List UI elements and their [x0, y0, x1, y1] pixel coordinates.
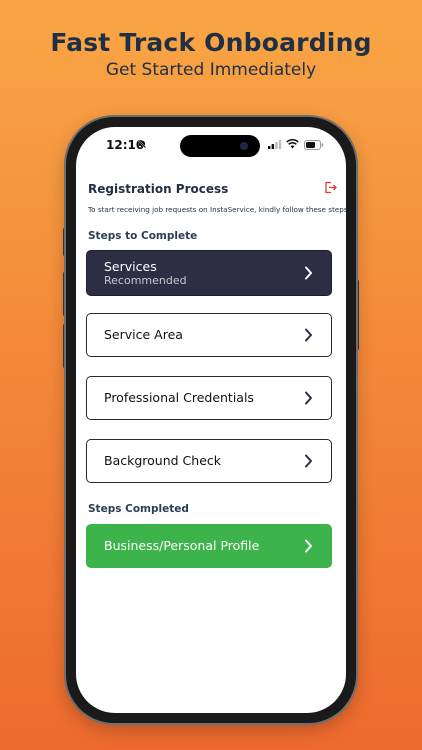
- step-sublabel: Recommended: [104, 274, 187, 287]
- step-professional-credentials-button[interactable]: Professional Credentials: [86, 376, 332, 420]
- logout-icon[interactable]: [324, 181, 337, 194]
- phone-frame: 12:10 Registration Process To start rece…: [66, 117, 356, 723]
- battery-icon: [304, 140, 324, 150]
- chevron-right-icon: [305, 454, 312, 468]
- camera-icon: [240, 142, 248, 150]
- step-label: Background Check: [104, 453, 221, 468]
- instructions-text: To start receiving job requests on Insta…: [88, 205, 346, 214]
- step-label: Business/Personal Profile: [104, 538, 260, 553]
- chevron-right-icon: [305, 539, 312, 553]
- page-title: Registration Process: [88, 182, 229, 196]
- steps-completed-heading: Steps Completed: [88, 503, 189, 515]
- phone-side-button: [356, 280, 359, 350]
- step-background-check-button[interactable]: Background Check: [86, 439, 332, 483]
- chevron-right-icon: [305, 328, 312, 342]
- step-label: Service Area: [104, 327, 183, 342]
- step-label: Services: [104, 259, 157, 274]
- signal-icon: [268, 140, 282, 149]
- step-service-area-button[interactable]: Service Area: [86, 313, 332, 357]
- steps-to-complete-heading: Steps to Complete: [88, 230, 198, 242]
- bell-slash-icon: [137, 139, 147, 149]
- step-services-button[interactable]: Services Recommended: [86, 250, 332, 296]
- promo-subheadline: Get Started Immediately: [105, 60, 317, 80]
- dynamic-island: [180, 135, 260, 157]
- step-business-profile-button[interactable]: Business/Personal Profile: [86, 524, 332, 568]
- promo-headline: Fast Track Onboarding: [50, 28, 372, 57]
- app-screen: 12:10 Registration Process To start rece…: [76, 127, 346, 713]
- wifi-icon: [286, 139, 299, 149]
- chevron-right-icon: [305, 266, 312, 280]
- chevron-right-icon: [305, 391, 312, 405]
- step-label: Professional Credentials: [104, 390, 254, 405]
